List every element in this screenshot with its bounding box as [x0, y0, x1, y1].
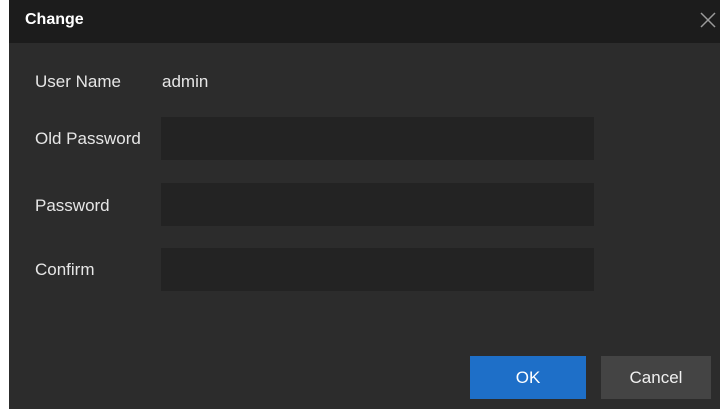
close-icon-glyph: [700, 12, 716, 28]
cancel-button[interactable]: Cancel: [601, 356, 711, 399]
ok-button[interactable]: OK: [470, 356, 586, 399]
old-password-label: Old Password: [35, 129, 141, 148]
confirm-password-field[interactable]: [161, 248, 594, 291]
password-label: Password: [35, 196, 110, 215]
user-name-value: admin: [162, 72, 209, 91]
password-field[interactable]: [161, 183, 594, 226]
confirm-label: Confirm: [35, 260, 95, 279]
change-dialog: Change User Name admin Old Password Pass…: [9, 0, 720, 409]
old-password-field[interactable]: [161, 117, 594, 160]
dialog-titlebar: Change: [9, 0, 720, 43]
user-name-label: User Name: [35, 72, 121, 91]
close-icon[interactable]: [696, 8, 720, 32]
dialog-title: Change: [25, 11, 84, 28]
